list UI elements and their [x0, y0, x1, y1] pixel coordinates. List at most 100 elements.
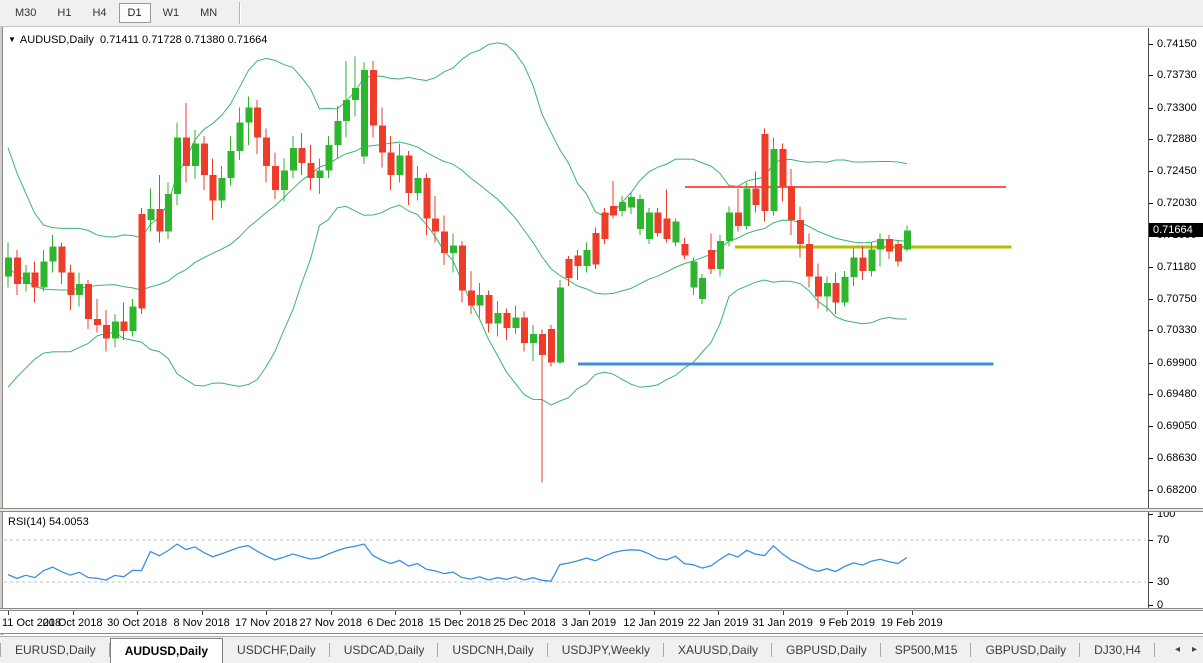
price-axis-label: 0.72450 — [1157, 165, 1203, 177]
date-axis-label: 9 Feb 2019 — [819, 617, 875, 629]
tab-usdcnh-daily[interactable]: USDCNH,Daily — [438, 637, 547, 663]
tab-eurusd-daily[interactable]: EURUSD,Daily — [1, 637, 110, 663]
pane-splitter-top[interactable] — [0, 508, 1203, 512]
date-axis-tick — [73, 611, 74, 615]
chart-collapse-icon[interactable]: ▼ — [8, 35, 16, 44]
date-axis-tick — [460, 611, 461, 615]
chart-title: ▼ AUDUSD,Daily 0.71411 0.71728 0.71380 0.… — [8, 34, 267, 46]
date-axis[interactable]: 11 Oct 201820 Oct 201830 Oct 20188 Nov 2… — [0, 611, 1203, 634]
date-axis-tick — [589, 611, 590, 615]
timeframe-button-w1[interactable]: W1 — [154, 3, 189, 23]
rsi-line — [8, 544, 907, 581]
date-axis-tick — [912, 611, 913, 615]
date-axis-label: 22 Jan 2019 — [688, 617, 749, 629]
date-axis-tick — [202, 611, 203, 615]
date-axis-tick — [8, 611, 9, 615]
price-axis[interactable]: 0.74150 0.73730 0.73300 0.72880 0.72450 0.720… — [1148, 28, 1203, 611]
date-axis-label: 6 Dec 2018 — [367, 617, 423, 629]
price-axis-label: 0.69900 — [1157, 357, 1203, 369]
timeframe-toolbar: M30H1H4D1W1MN — [0, 0, 1203, 27]
date-axis-label: 25 Dec 2018 — [493, 617, 555, 629]
rsi-axis-tick — [1149, 605, 1153, 606]
tab-usdjpy-weekly[interactable]: USDJPY,Weekly — [548, 637, 664, 663]
tab-gbpusd-daily[interactable]: GBPUSD,Daily — [971, 637, 1080, 663]
rsi-indicator-label: RSI(14) 54.0053 — [8, 516, 89, 528]
candles-series — [5, 57, 911, 483]
date-axis-tick — [395, 611, 396, 615]
current-price-tag: 0.71664 — [1149, 223, 1203, 237]
price-axis-label: 0.73730 — [1157, 69, 1203, 81]
price-axis-tick — [1149, 203, 1153, 204]
price-axis-label: 0.70330 — [1157, 324, 1203, 336]
tab-scroll-right-icon[interactable]: ▸ — [1192, 644, 1197, 655]
date-axis-tick — [847, 611, 848, 615]
date-axis-tick — [718, 611, 719, 615]
date-axis-label: 8 Nov 2018 — [174, 617, 230, 629]
chart-ohlc-values: 0.71411 0.71728 0.71380 0.71664 — [100, 34, 267, 46]
timeframe-button-d1[interactable]: D1 — [119, 3, 151, 23]
chart-symbol-label: AUDUSD,Daily — [20, 34, 94, 46]
tab-usdcad-daily[interactable]: USDCAD,Daily — [330, 637, 439, 663]
tab-audusd-daily[interactable]: AUDUSD,Daily — [110, 638, 223, 663]
price-axis-tick — [1149, 139, 1153, 140]
date-axis-tick — [783, 611, 784, 615]
date-axis-tick — [524, 611, 525, 615]
price-axis-tick — [1149, 171, 1153, 172]
tab-sp500-m15[interactable]: SP500,M15 — [881, 637, 972, 663]
tab-scroll-arrows: ◂ ▸ — [1169, 637, 1203, 662]
tab-xauusd-daily[interactable]: XAUUSD,Daily — [664, 637, 772, 663]
date-axis-label: 20 Oct 2018 — [43, 617, 103, 629]
date-axis-tick — [331, 611, 332, 615]
date-axis-tick — [137, 611, 138, 615]
price-axis-tick — [1149, 330, 1153, 331]
rsi-chart-canvas[interactable] — [0, 512, 1148, 608]
price-axis-tick — [1149, 75, 1153, 76]
price-axis-tick — [1149, 458, 1153, 459]
toolbar-separator — [239, 2, 240, 24]
price-axis-label: 0.70750 — [1157, 293, 1203, 305]
price-axis-label: 0.68630 — [1157, 452, 1203, 464]
timeframe-button-mn[interactable]: MN — [191, 3, 226, 23]
price-axis-tick — [1149, 426, 1153, 427]
date-axis-label: 15 Dec 2018 — [429, 617, 491, 629]
tab-dj30-h4[interactable]: DJ30,H4 — [1080, 637, 1155, 663]
pane-splitter-bottom[interactable] — [0, 608, 1203, 611]
tab-usdchf-daily[interactable]: USDCHF,Daily — [223, 637, 330, 663]
main-chart-canvas[interactable] — [0, 28, 1148, 510]
date-axis-label: 31 Jan 2019 — [752, 617, 813, 629]
price-axis-tick — [1149, 490, 1153, 491]
date-axis-label: 12 Jan 2019 — [623, 617, 684, 629]
price-axis-label: 0.69050 — [1157, 420, 1203, 432]
timeframe-button-h4[interactable]: H4 — [83, 3, 115, 23]
date-axis-tick — [654, 611, 655, 615]
rsi-axis-label: 30 — [1157, 576, 1203, 588]
date-axis-tick — [266, 611, 267, 615]
price-axis-label: 0.68200 — [1157, 484, 1203, 496]
price-axis-label: 0.69480 — [1157, 388, 1203, 400]
price-axis-tick — [1149, 363, 1153, 364]
rsi-axis-tick — [1149, 582, 1153, 583]
rsi-axis-label: 70 — [1157, 534, 1203, 546]
date-axis-label: 27 Nov 2018 — [300, 617, 362, 629]
price-axis-tick — [1149, 299, 1153, 300]
rsi-axis-tick — [1149, 540, 1153, 541]
date-axis-label: 19 Feb 2019 — [881, 617, 943, 629]
date-axis-label: 3 Jan 2019 — [562, 617, 616, 629]
price-axis-label: 0.73300 — [1157, 102, 1203, 114]
chart-tab-bar: EURUSD,DailyAUDUSD,DailyUSDCHF,DailyUSDC… — [0, 636, 1203, 663]
price-axis-label: 0.74150 — [1157, 38, 1203, 50]
tab-gbpusd-daily[interactable]: GBPUSD,Daily — [772, 637, 881, 663]
price-axis-tick — [1149, 108, 1153, 109]
rsi-axis-tick — [1149, 514, 1153, 515]
date-axis-label: 17 Nov 2018 — [235, 617, 297, 629]
price-axis-label: 0.72030 — [1157, 197, 1203, 209]
price-axis-tick — [1149, 44, 1153, 45]
price-axis-tick — [1149, 267, 1153, 268]
price-axis-tick — [1149, 394, 1153, 395]
timeframe-button-h1[interactable]: H1 — [48, 3, 80, 23]
tab-scroll-left-icon[interactable]: ◂ — [1175, 644, 1180, 655]
date-axis-label: 30 Oct 2018 — [107, 617, 167, 629]
price-axis-label: 0.72880 — [1157, 133, 1203, 145]
price-axis-label: 0.71180 — [1157, 261, 1203, 273]
timeframe-button-m30[interactable]: M30 — [6, 3, 45, 23]
